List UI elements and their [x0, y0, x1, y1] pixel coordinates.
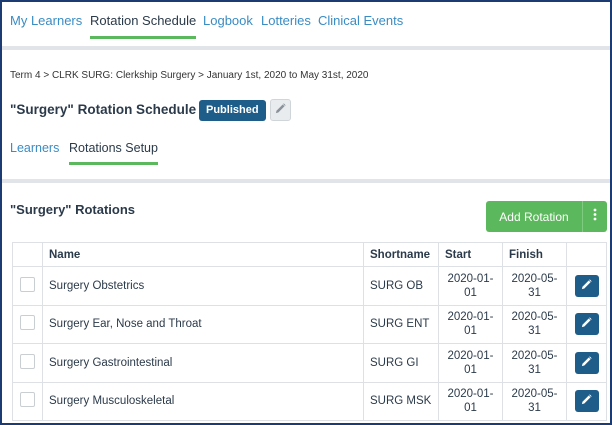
- column-header-start[interactable]: Start: [438, 242, 503, 267]
- tab-clinical-events[interactable]: Clinical Events: [318, 13, 403, 39]
- row-checkbox[interactable]: [20, 353, 35, 369]
- pencil-icon: [581, 279, 592, 293]
- table-row: Surgery Ear, Nose and Throat SURG ENT 20…: [12, 304, 607, 344]
- table-row: Surgery Musculoskeletal SURG MSK 2020-01…: [12, 381, 607, 421]
- rotation-finish: 2020-05-31: [502, 304, 567, 344]
- section-title: "Surgery" Rotations: [10, 202, 136, 217]
- actions-column-header: [566, 242, 607, 267]
- tab-my-learners[interactable]: My Learners: [10, 13, 82, 39]
- vertical-ellipsis-icon: [593, 208, 597, 226]
- rotation-shortname: SURG MSK: [363, 381, 439, 421]
- rotation-start: 2020-01-01: [438, 304, 503, 344]
- rotation-name: Surgery Ear, Nose and Throat: [42, 304, 364, 344]
- tab-rotation-schedule[interactable]: Rotation Schedule: [90, 13, 197, 39]
- app-frame: My Learners Rotation Schedule Logbook Lo…: [0, 0, 612, 425]
- table-row: Surgery Obstetrics SURG OB 2020-01-01 20…: [12, 266, 607, 306]
- select-column-header: [12, 242, 43, 267]
- rotation-shortname: SURG OB: [363, 266, 439, 306]
- row-actions-cell: [566, 304, 607, 344]
- subtab-learners[interactable]: Learners: [10, 141, 59, 165]
- rotation-finish: 2020-05-31: [502, 266, 567, 306]
- status-badge: Published: [199, 100, 266, 121]
- pencil-icon: [581, 356, 592, 370]
- add-rotation-group: Add Rotation: [486, 201, 607, 232]
- table-header-row: Name Shortname Start Finish: [12, 242, 607, 267]
- rotation-shortname: SURG GI: [363, 343, 439, 383]
- rotations-table: Name Shortname Start Finish Surgery Obst…: [12, 242, 607, 421]
- tab-lotteries[interactable]: Lotteries: [261, 13, 311, 39]
- row-select-cell: [12, 266, 43, 306]
- row-checkbox[interactable]: [20, 276, 35, 292]
- subtab-rotations-setup[interactable]: Rotations Setup: [69, 141, 158, 165]
- rotation-start: 2020-01-01: [438, 266, 503, 306]
- rotation-start: 2020-01-01: [438, 343, 503, 383]
- rotation-finish: 2020-05-31: [502, 343, 567, 383]
- edit-rotation-button[interactable]: [574, 351, 599, 374]
- edit-rotation-button[interactable]: [574, 313, 599, 336]
- top-nav: My Learners Rotation Schedule Logbook Lo…: [2, 2, 610, 46]
- column-header-shortname[interactable]: Shortname: [363, 242, 439, 267]
- row-select-cell: [12, 381, 43, 421]
- column-header-finish[interactable]: Finish: [502, 242, 567, 267]
- pencil-icon: [581, 394, 592, 408]
- row-actions-cell: [566, 266, 607, 306]
- page-title: "Surgery" Rotation Schedule: [10, 102, 197, 117]
- row-actions-cell: [566, 343, 607, 383]
- row-select-cell: [12, 304, 43, 344]
- table-row: Surgery Gastrointestinal SURG GI 2020-01…: [12, 343, 607, 383]
- edit-rotation-button[interactable]: [574, 390, 599, 413]
- rotation-finish: 2020-05-31: [502, 381, 567, 421]
- rotation-name: Surgery Gastrointestinal: [42, 343, 364, 383]
- nav-divider: [2, 46, 610, 50]
- more-options-button[interactable]: [583, 201, 607, 232]
- rotation-name: Surgery Obstetrics: [42, 266, 364, 306]
- row-checkbox[interactable]: [20, 392, 35, 408]
- rotation-start: 2020-01-01: [438, 381, 503, 421]
- section-divider: [2, 179, 610, 183]
- add-rotation-button[interactable]: Add Rotation: [486, 201, 582, 232]
- row-actions-cell: [566, 381, 607, 421]
- row-select-cell: [12, 343, 43, 383]
- rotation-shortname: SURG ENT: [363, 304, 439, 344]
- breadcrumb: Term 4 > CLRK SURG: Clerkship Surgery > …: [10, 70, 369, 81]
- pencil-icon: [581, 317, 592, 331]
- tab-logbook[interactable]: Logbook: [203, 13, 253, 39]
- column-header-name[interactable]: Name: [42, 242, 364, 267]
- pencil-icon: [275, 101, 286, 119]
- edit-title-button[interactable]: [270, 99, 291, 121]
- row-checkbox[interactable]: [20, 315, 35, 331]
- edit-rotation-button[interactable]: [574, 274, 599, 297]
- rotation-name: Surgery Musculoskeletal: [42, 381, 364, 421]
